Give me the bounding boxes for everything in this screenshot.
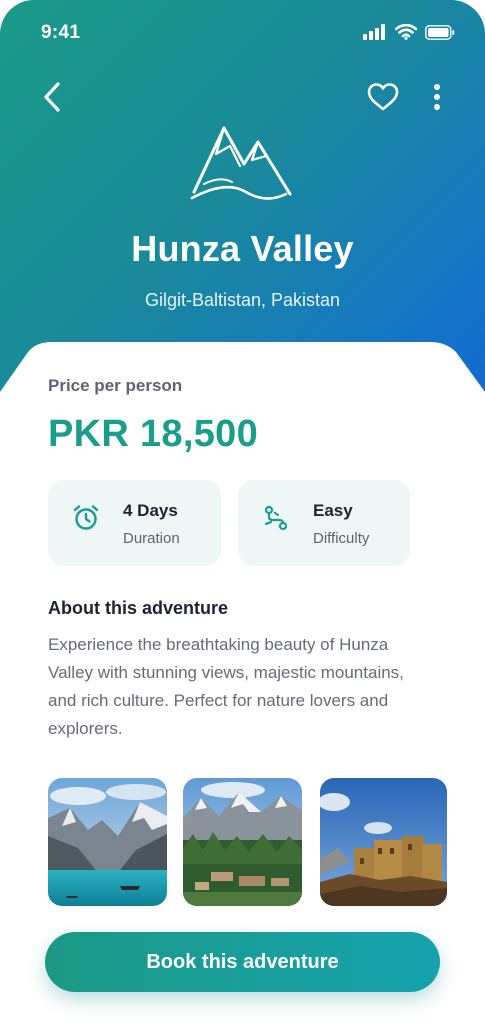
about-title: About this adventure: [48, 598, 229, 618]
duration-value: 4 Days: [123, 501, 178, 520]
status-icons: [363, 24, 455, 40]
fort-photo: [320, 778, 447, 906]
destination-title: Hunza Valley: [131, 228, 354, 269]
chevron-left-icon: [44, 82, 60, 112]
alarm-clock-icon: [73, 505, 99, 530]
phone-screen: 9:41 Hunza Valley Gilgit-Baltistan, Paki…: [0, 0, 485, 1024]
price-value: PKR 18,500: [48, 413, 259, 455]
difficulty-info-box: Easy Difficulty: [238, 480, 410, 566]
favorite-button[interactable]: [366, 81, 400, 113]
duration-label: Duration: [123, 530, 180, 547]
heart-icon: [367, 83, 399, 111]
status-time: 9:41: [41, 22, 81, 43]
hiking-route-icon: [264, 505, 288, 531]
battery-icon: [425, 24, 455, 40]
duration-info-box: 4 Days Duration: [48, 480, 221, 566]
book-adventure-button[interactable]: Book this adventure: [45, 932, 440, 992]
about-description: Experience the breathtaking beauty of Hu…: [48, 635, 404, 738]
status-bar: 9:41: [0, 0, 485, 64]
lake-mountains-photo: [48, 778, 167, 906]
difficulty-label: Difficulty: [313, 530, 370, 547]
more-options-button[interactable]: [427, 80, 447, 114]
more-vertical-icon: [434, 84, 440, 110]
wifi-icon: [395, 24, 417, 40]
difficulty-value: Easy: [313, 501, 353, 520]
cellular-signal-icon: [363, 24, 385, 40]
gallery-thumb-valley[interactable]: [183, 778, 302, 906]
back-button[interactable]: [36, 80, 68, 114]
price-label: Price per person: [48, 376, 183, 395]
mountain-logo-icon: [190, 126, 292, 200]
gallery-thumb-fort[interactable]: [320, 778, 447, 906]
gallery-thumb-lake[interactable]: [48, 778, 167, 906]
destination-location: Gilgit-Baltistan, Pakistan: [144, 290, 341, 310]
valley-village-photo: [183, 778, 302, 906]
